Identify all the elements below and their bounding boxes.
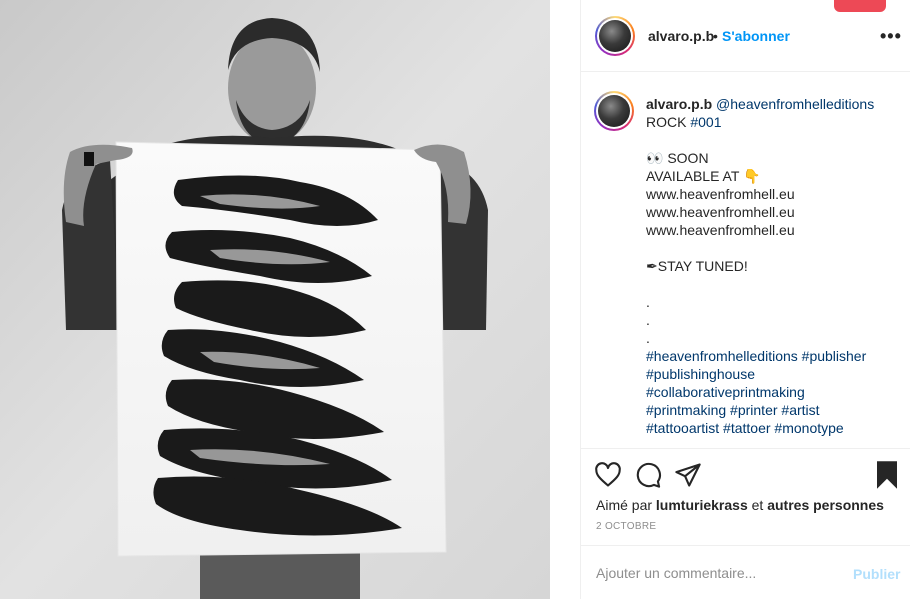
- liked-user[interactable]: lumturiekrass: [656, 497, 748, 513]
- post-photo[interactable]: [0, 0, 550, 599]
- caption-dot: .: [646, 330, 650, 346]
- caption-mention[interactable]: @heavenfromhelleditions: [716, 96, 874, 112]
- caption-website: www.heavenfromhell.eu: [646, 204, 795, 220]
- likes-summary: Aimé par lumturiekrass et autres personn…: [596, 497, 884, 513]
- bookmark-icon[interactable]: [874, 460, 900, 493]
- caption-avatar[interactable]: [594, 91, 634, 131]
- caption-dot: .: [646, 312, 650, 328]
- hashtag-link[interactable]: #tattoer: [723, 420, 770, 436]
- hashtag-link[interactable]: #artist: [781, 402, 819, 418]
- hashtag-link[interactable]: #monotype: [774, 420, 843, 436]
- post-header: alvaro.p.b • S'abonner •••: [580, 0, 910, 72]
- avatar-image: [598, 95, 630, 127]
- avatar-image: [599, 20, 631, 52]
- caption-title: ROCK: [646, 114, 691, 130]
- hashtag-line: #publishinghouse: [646, 365, 906, 383]
- caption-username[interactable]: alvaro.p.b: [646, 96, 712, 112]
- hashtag-line: #collaborativeprintmaking: [646, 383, 906, 401]
- caption-soon: 👀 SOON: [646, 150, 709, 166]
- hashtag-line: #printmaking #printer #artist: [646, 401, 906, 419]
- publish-button[interactable]: Publier: [853, 566, 900, 582]
- hashtag-link[interactable]: #tattooartist: [646, 420, 719, 436]
- action-bar: Aimé par lumturiekrass et autres personn…: [580, 448, 910, 544]
- hashtag-link[interactable]: #heavenfromhelleditions: [646, 348, 798, 364]
- liked-middle: et: [747, 497, 768, 513]
- hashtag-link[interactable]: #001: [690, 114, 721, 130]
- hashtag-line: #tattooartist #tattoer #monotype: [646, 419, 906, 437]
- comment-input[interactable]: [596, 563, 836, 583]
- caption-title-line: ROCK #001: [646, 113, 906, 131]
- comments-section[interactable]: alvaro.p.b @heavenfromhelleditions ROCK …: [580, 73, 910, 447]
- more-options-icon[interactable]: •••: [880, 26, 902, 47]
- avatar[interactable]: [595, 16, 635, 56]
- avatar-frame: [596, 93, 632, 129]
- caption-first-line: alvaro.p.b @heavenfromhelleditions: [646, 95, 906, 113]
- caption-dot: .: [646, 294, 650, 310]
- hashtag-link[interactable]: #publisher: [802, 348, 867, 364]
- hashtag-link[interactable]: #printmaking: [646, 402, 726, 418]
- caption-text: alvaro.p.b @heavenfromhelleditions ROCK …: [646, 95, 906, 437]
- paper-plane-icon[interactable]: [674, 461, 702, 492]
- comment-icon[interactable]: [634, 461, 662, 492]
- follow-button[interactable]: S'abonner: [722, 28, 790, 44]
- hashtag-link[interactable]: #printer: [730, 402, 777, 418]
- caption-available: AVAILABLE AT 👇: [646, 168, 761, 184]
- hashtag-line: #heavenfromhelleditions #publisher: [646, 347, 906, 365]
- avatar-frame: [597, 18, 633, 54]
- hashtag-link[interactable]: #publishinghouse: [646, 366, 755, 382]
- caption-website: www.heavenfromhell.eu: [646, 222, 795, 238]
- post-date[interactable]: 2 OCTOBRE: [596, 521, 656, 532]
- liked-prefix: Aimé par: [596, 497, 656, 513]
- liked-others[interactable]: autres personnes: [767, 497, 884, 513]
- caption-website: www.heavenfromhell.eu: [646, 186, 795, 202]
- hashtag-link[interactable]: #collaborativeprintmaking: [646, 384, 805, 400]
- photo-illustration: [0, 0, 550, 599]
- caption-stay-tuned: ✒STAY TUNED!: [646, 258, 748, 274]
- heart-icon[interactable]: [594, 461, 622, 492]
- separator-dot: •: [713, 28, 718, 44]
- post-author-username[interactable]: alvaro.p.b: [648, 28, 714, 44]
- comment-box: Publier: [580, 545, 910, 599]
